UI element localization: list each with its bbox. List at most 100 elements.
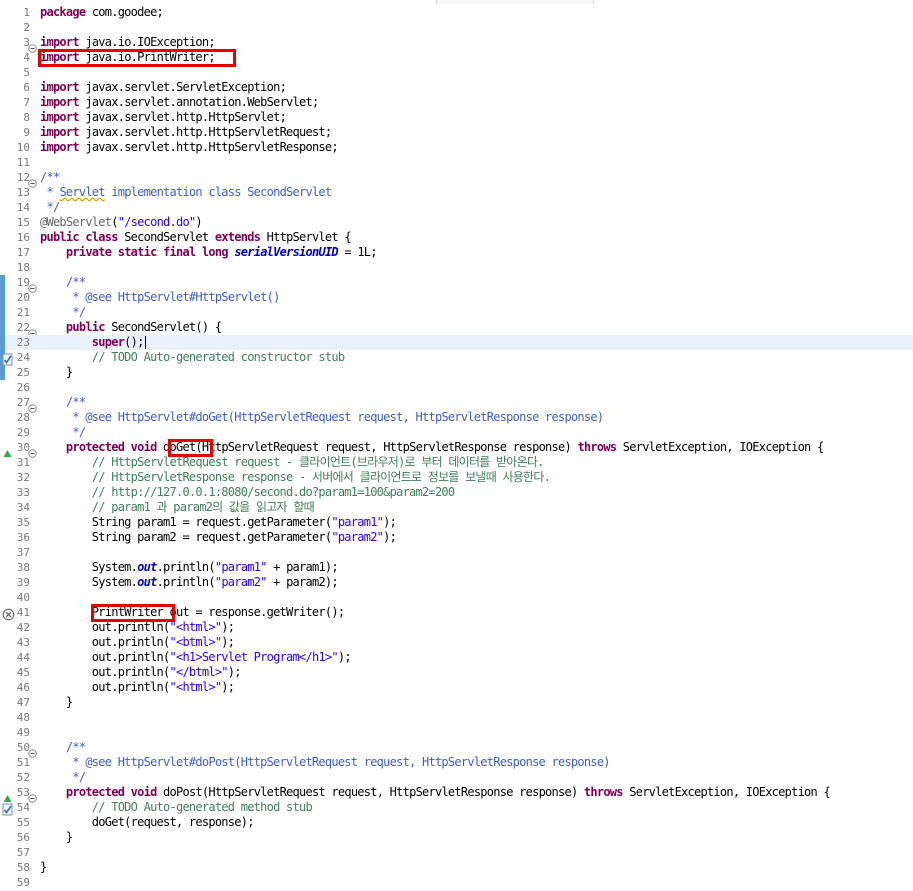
code-line[interactable]: 8 import javax.servlet.http.HttpServlet; — [0, 110, 913, 125]
code-line[interactable]: 27 /** — [0, 395, 913, 413]
code-line[interactable]: 52 */ — [0, 770, 913, 785]
code-text[interactable]: } — [40, 365, 73, 380]
code-text[interactable]: * @see HttpServlet#doPost(HttpServletReq… — [40, 755, 610, 770]
line-ruler[interactable]: 13 — [0, 185, 36, 200]
code-text[interactable]: // HttpServletResponse response - 서버에서 클… — [40, 470, 551, 485]
line-ruler[interactable]: 37 — [0, 545, 36, 560]
line-ruler[interactable]: 32 — [0, 470, 36, 485]
code-line[interactable]: 17 private static final long serialVersi… — [0, 245, 913, 260]
code-text[interactable]: // http://127.0.0.1:8080/second.do?param… — [40, 485, 455, 500]
code-text[interactable]: import java.io.IOException; — [40, 35, 216, 50]
code-text[interactable]: doGet(request, response); — [40, 815, 255, 830]
error-circle-icon[interactable] — [2, 606, 15, 621]
line-ruler[interactable]: 25 — [0, 365, 36, 380]
line-ruler[interactable]: 23 — [0, 335, 36, 350]
code-line[interactable]: 50 /** — [0, 740, 913, 758]
code-line[interactable]: 42 out.println("<html>"); — [0, 620, 913, 635]
code-text[interactable]: out.println("<h1>Servlet Program</h1>"); — [40, 650, 352, 665]
code-line[interactable]: 14 */ — [0, 200, 913, 215]
fold-minus-icon[interactable] — [28, 278, 37, 293]
line-ruler[interactable]: 4 — [0, 50, 36, 65]
line-ruler[interactable]: 20 — [0, 290, 36, 305]
code-text[interactable]: import javax.servlet.http.HttpServlet; — [40, 110, 287, 125]
line-ruler[interactable]: 41 — [0, 605, 36, 621]
line-ruler[interactable]: 48 — [0, 710, 36, 725]
line-ruler[interactable]: 14 — [0, 200, 36, 215]
task-marker-icon[interactable] — [2, 351, 14, 366]
code-line[interactable]: 29 */ — [0, 425, 913, 440]
line-ruler[interactable]: 30 — [0, 440, 37, 458]
code-text[interactable]: /** — [40, 395, 86, 410]
fold-minus-icon[interactable] — [28, 38, 37, 53]
code-line[interactable]: 53 protected void doPost(HttpServletRequ… — [0, 785, 913, 803]
line-ruler[interactable]: 49 — [0, 725, 36, 740]
code-line[interactable]: 49 — [0, 725, 913, 740]
line-ruler[interactable]: 18 — [0, 260, 36, 275]
code-text[interactable]: public SecondServlet() { — [40, 320, 222, 335]
line-ruler[interactable]: 35 — [0, 515, 36, 530]
code-text[interactable]: protected void doPost(HttpServletRequest… — [40, 785, 831, 800]
line-ruler[interactable]: 12 — [0, 170, 37, 188]
code-text[interactable]: * @see HttpServlet#doGet(HttpServletRequ… — [40, 410, 604, 425]
code-line[interactable]: 21 */ — [0, 305, 913, 320]
fold-minus-icon[interactable] — [28, 443, 37, 458]
code-text[interactable]: * Servlet implementation class SecondSer… — [40, 185, 332, 200]
code-line[interactable]: 55 doGet(request, response); — [0, 815, 913, 830]
code-line[interactable]: 12 /** — [0, 170, 913, 188]
code-line[interactable]: 47 } — [0, 695, 913, 710]
code-text[interactable]: /** — [40, 740, 86, 755]
code-text[interactable]: @WebServlet("/second.do") — [40, 215, 203, 230]
code-line[interactable]: 33 // http://127.0.0.1:8080/second.do?pa… — [0, 485, 913, 500]
code-line[interactable]: 30 protected void doGet(HttpServletReque… — [0, 440, 913, 458]
fold-minus-icon[interactable] — [28, 398, 37, 413]
code-line[interactable]: 28 * @see HttpServlet#doGet(HttpServletR… — [0, 410, 913, 425]
line-ruler[interactable]: 27 — [0, 395, 37, 413]
line-ruler[interactable]: 5 — [0, 65, 36, 80]
line-ruler[interactable]: 58 — [0, 860, 36, 875]
code-line[interactable]: 39 System.out.println("param2" + param2)… — [0, 575, 913, 590]
line-ruler[interactable]: 22 — [0, 320, 37, 338]
code-text[interactable]: */ — [40, 425, 86, 440]
code-line[interactable]: 32 // HttpServletResponse response - 서버에… — [0, 470, 913, 485]
code-text[interactable]: private static final long serialVersionU… — [40, 245, 378, 260]
code-text[interactable]: } — [40, 695, 73, 710]
code-text[interactable]: package com.goodee; — [40, 5, 164, 20]
fold-minus-icon[interactable] — [28, 743, 37, 758]
code-line[interactable]: 5 — [0, 65, 913, 80]
code-text[interactable]: System.out.println("param1" + param1); — [40, 560, 339, 575]
line-ruler[interactable]: 3 — [0, 35, 37, 53]
code-line[interactable]: 13 * Servlet implementation class Second… — [0, 185, 913, 200]
code-text[interactable]: import javax.servlet.http.HttpServletReq… — [40, 125, 332, 140]
line-ruler[interactable]: 39 — [0, 575, 36, 590]
line-ruler[interactable]: 31 — [0, 455, 36, 470]
code-text[interactable]: */ — [40, 200, 60, 215]
line-ruler[interactable]: 21 — [0, 305, 36, 320]
code-line[interactable]: 15 @WebServlet("/second.do") — [0, 215, 913, 230]
code-line[interactable]: 2 — [0, 20, 913, 35]
code-line[interactable]: 37 — [0, 545, 913, 560]
code-line[interactable]: 24 // TODO Auto-generated constructor st… — [0, 350, 913, 366]
code-text[interactable]: out.println("</btml>"); — [40, 665, 242, 680]
code-editor[interactable]: 1 package com.goodee; 2 3 import java.io.IOE… — [0, 4, 913, 891]
code-line[interactable]: 25 } — [0, 365, 913, 380]
line-ruler[interactable]: 8 — [0, 110, 36, 125]
code-line[interactable]: 23 super(); — [0, 335, 913, 350]
code-line[interactable]: 3 import java.io.IOException; — [0, 35, 913, 53]
code-text[interactable]: // param1 과 param2의 값을 읽고자 할때 — [40, 500, 315, 515]
code-line[interactable]: 36 String param2 = request.getParameter(… — [0, 530, 913, 545]
code-text[interactable]: String param1 = request.getParameter("pa… — [40, 515, 397, 530]
code-line[interactable]: 26 — [0, 380, 913, 395]
code-line[interactable]: 31 // HttpServletRequest request - 클라이언트… — [0, 455, 913, 470]
line-ruler[interactable]: 44 — [0, 650, 36, 665]
code-text[interactable]: // HttpServletRequest request - 클라이언트(브라… — [40, 455, 545, 470]
line-ruler[interactable]: 26 — [0, 380, 36, 395]
line-ruler[interactable]: 19 — [0, 275, 37, 293]
code-text[interactable]: System.out.println("param2" + param2); — [40, 575, 339, 590]
line-ruler[interactable]: 43 — [0, 635, 36, 650]
fold-minus-icon[interactable] — [28, 173, 37, 188]
line-ruler[interactable]: 46 — [0, 680, 36, 695]
line-ruler[interactable]: 50 — [0, 740, 37, 758]
code-text[interactable]: protected void doGet(HttpServletRequest … — [40, 440, 824, 455]
code-line[interactable]: 51 * @see HttpServlet#doPost(HttpServlet… — [0, 755, 913, 770]
fold-minus-icon[interactable] — [28, 788, 37, 803]
